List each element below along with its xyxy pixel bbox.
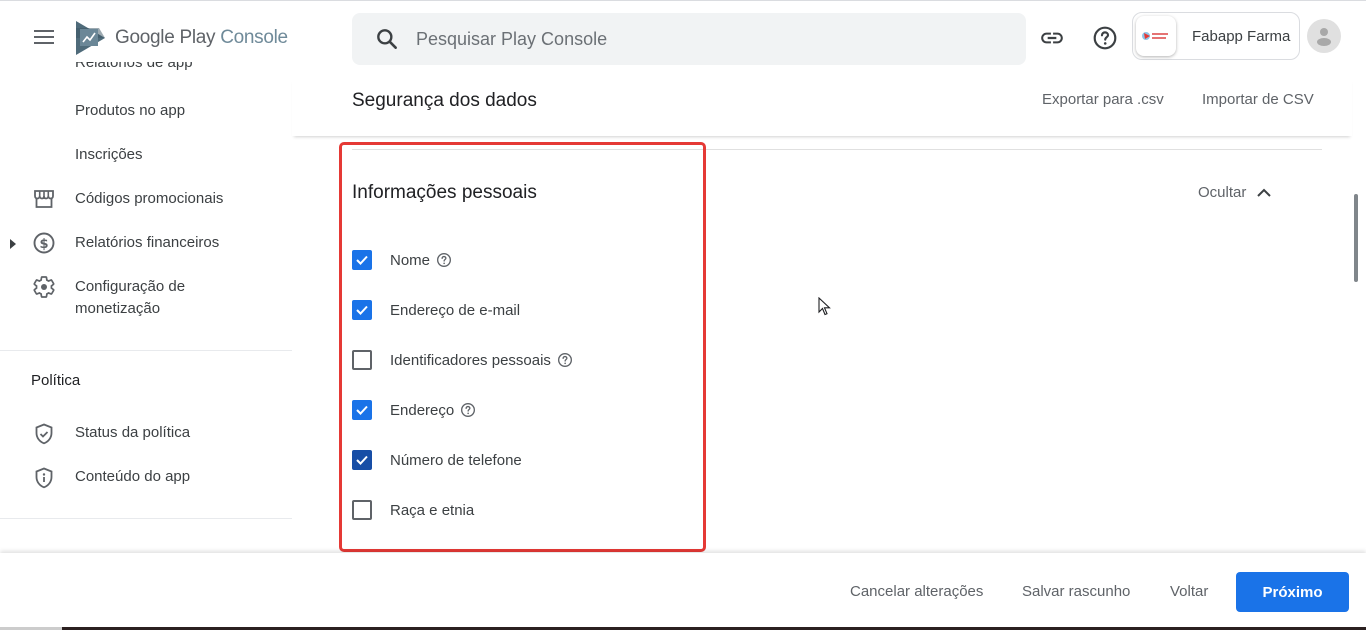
dollar-circle-icon: $ [31,230,57,256]
help-circle-icon[interactable] [460,402,476,418]
checkbox-label[interactable]: Nome [390,252,430,269]
section-title: Informações pessoais [352,182,537,203]
storefront-icon [31,186,57,212]
vertical-scrollbar[interactable] [1354,194,1358,282]
sidebar-item-label: Status da política [75,424,191,441]
account-avatar-icon [1317,28,1331,46]
sidebar-divider [0,350,292,351]
checkbox-row-personal-ids: Identificadores pessoais [352,349,573,371]
checkbox-label[interactable]: Endereço de e-mail [390,302,520,319]
sidebar-item-label: Códigos promocionais [75,190,224,207]
cancel-changes-button[interactable]: Cancelar alterações [850,583,983,600]
app-name: Fabapp Farma [1192,27,1291,45]
menu-button[interactable] [30,26,58,50]
sidebar-item-subscriptions[interactable]: Inscrições [0,144,292,168]
app-selector-chip[interactable]: Fabapp Farma [1132,12,1300,60]
checkbox-row-email: Endereço de e-mail [352,299,520,321]
sidebar-divider [0,518,292,519]
app-logo-icon [1142,32,1168,40]
sidebar-section-policy: Política [31,372,81,389]
checkbox-address[interactable] [352,400,372,420]
checkbox-phone[interactable] [342,440,382,480]
back-button[interactable]: Voltar [1170,583,1208,600]
hide-toggle-label: Ocultar [1198,184,1247,201]
sidebar-item-label-line1: Configuração de [75,278,186,295]
checkbox-row-address: Endereço [352,399,476,421]
google-play-console-logo[interactable]: Google Play Console [74,20,288,56]
mouse-cursor-icon [818,297,831,316]
sidebar-item-financial-reports[interactable]: $ Relatórios financeiros [0,232,292,256]
chevron-up-icon [1257,188,1272,197]
sidebar-item-promo-codes[interactable]: Códigos promocionais [0,188,292,212]
menu-icon [30,30,58,44]
sidebar-item-monetization-setup[interactable]: Configuração de monetização [0,276,292,322]
page-title: Segurança dos dados [352,90,537,111]
checkbox-name[interactable] [352,250,372,270]
sidebar-item-in-app-products[interactable]: Produtos no app [0,100,292,124]
sidebar-item-app-content[interactable]: Conteúdo do app [0,466,292,490]
export-csv-button[interactable]: Exportar para .csv [1042,91,1164,108]
import-csv-button[interactable]: Importar de CSV [1202,91,1314,108]
checkbox-label[interactable]: Endereço [390,402,454,419]
gear-icon [31,274,57,300]
shield-check-icon [31,421,57,447]
sidebar-item-label: Relatórios financeiros [75,234,220,251]
help-button[interactable] [1085,18,1125,58]
sidebar-item-label: Produtos no app [75,102,186,119]
copy-link-button[interactable] [1032,18,1072,58]
checkbox-label[interactable]: Raça e etnia [390,502,474,519]
help-circle-icon[interactable] [436,252,452,268]
page-header: Segurança dos dados Exportar para .csv I… [292,78,1352,136]
checkbox-label[interactable]: Número de telefone [390,452,522,469]
sidebar-item-label: Inscrições [75,146,143,163]
sidebar-item-label-line2: monetização [75,300,161,317]
svg-text:$: $ [39,237,48,252]
sidebar-item-label: Conteúdo do app [75,468,191,485]
account-avatar-button[interactable] [1307,19,1341,53]
search-bar[interactable] [352,13,1026,65]
checkmark-icon [356,405,368,415]
shield-info-icon [31,465,57,491]
checkbox-personal-ids[interactable] [352,350,372,370]
save-draft-button[interactable]: Salvar rascunho [1022,583,1130,600]
checkmark-icon [356,305,368,315]
logo-text: Google Play Console [115,27,288,49]
link-icon [1041,32,1063,44]
sidebar-item-partial[interactable]: Relatórios de app [75,62,193,70]
checkbox-row-phone: Número de telefone [342,440,522,480]
checkbox-label[interactable]: Identificadores pessoais [390,352,551,369]
checkbox-row-name: Nome [352,249,452,271]
search-input[interactable] [416,28,976,50]
app-thumbnail [1136,16,1176,56]
checkbox-race-ethnicity[interactable] [352,500,372,520]
help-circle-icon[interactable] [557,352,573,368]
checkbox-email[interactable] [352,300,372,320]
checkmark-icon [356,455,368,465]
section-divider [352,149,1322,150]
next-button[interactable]: Próximo [1236,572,1349,612]
sidebar: Relatórios de app Produtos no app Inscri… [0,56,292,554]
logo-text-main: Google Play [115,27,216,48]
top-border [0,0,1366,4]
hide-section-toggle[interactable]: Ocultar [1198,184,1272,201]
expand-caret-icon[interactable] [10,239,16,249]
action-footer: Cancelar alterações Salvar rascunho Volt… [0,553,1366,630]
search-icon [377,29,397,49]
help-circle-icon [1093,26,1117,50]
checkmark-icon [356,255,368,265]
logo-text-console: Console [220,27,288,48]
play-console-logo-icon [76,21,105,55]
sidebar-item-label: Configuração de monetização [75,276,185,320]
checkbox-row-race-ethnicity: Raça e etnia [352,499,474,521]
sidebar-item-policy-status[interactable]: Status da política [0,422,292,446]
